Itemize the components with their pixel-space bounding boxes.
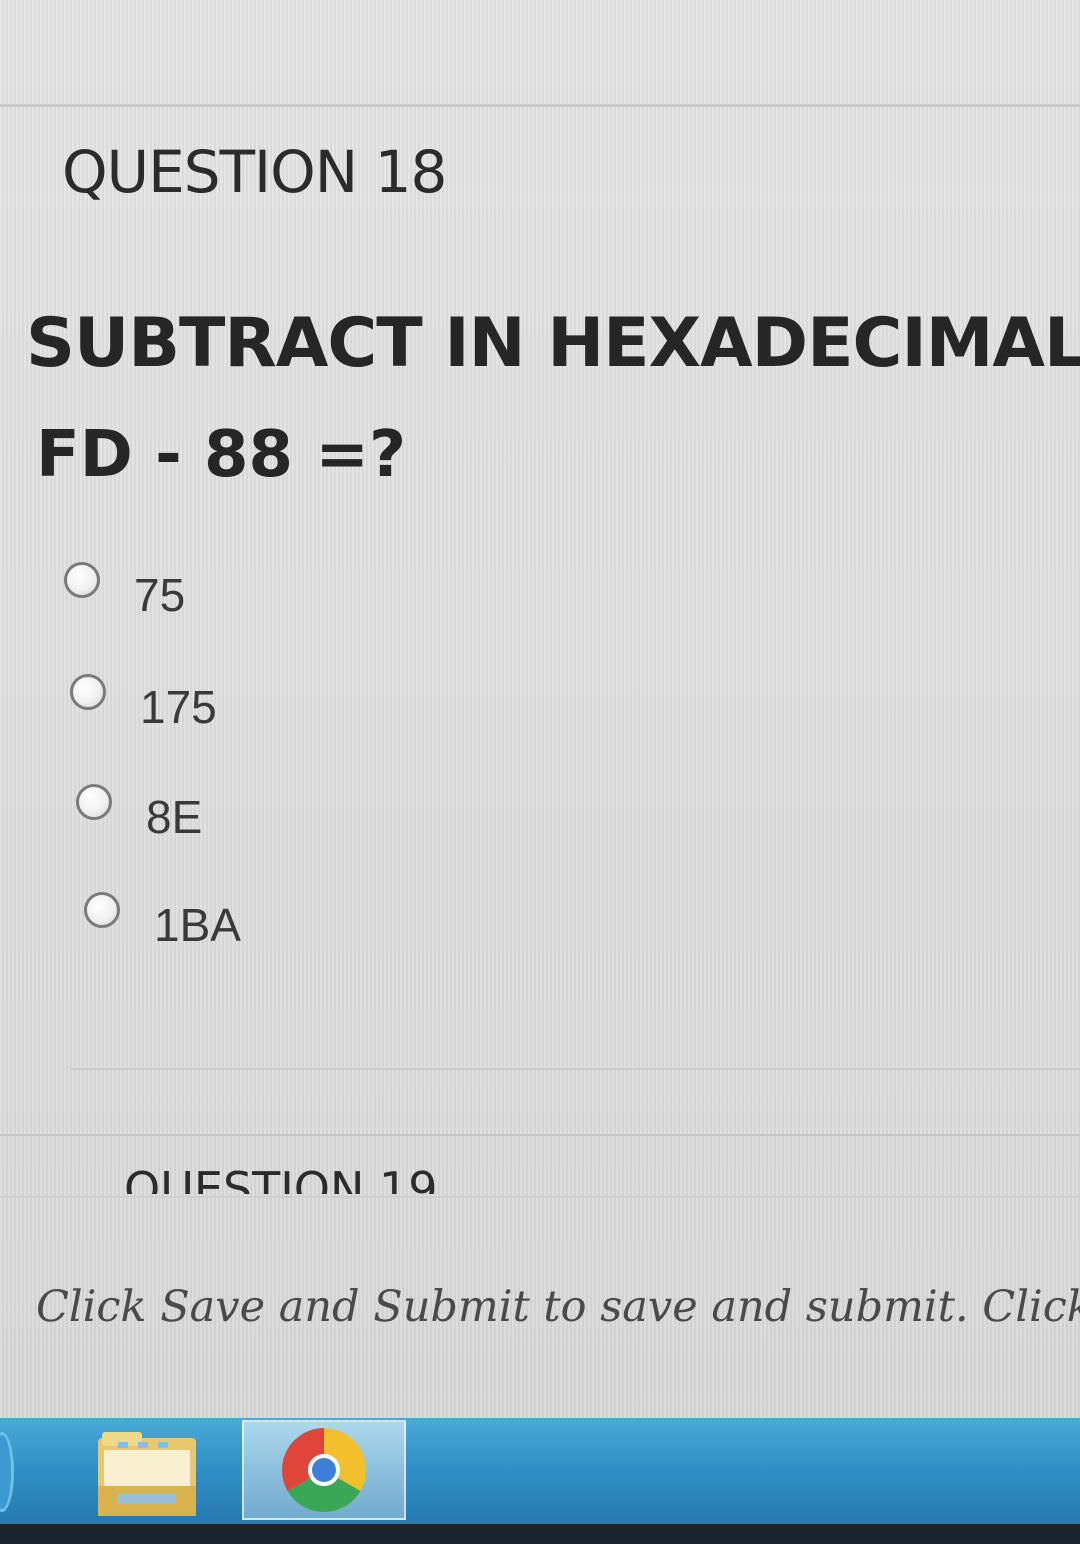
radio-button[interactable] [76,784,112,820]
answer-label[interactable]: 75 [134,568,185,622]
answer-label[interactable]: 8E [146,790,202,844]
answer-option-4[interactable]: 1BA [84,868,241,952]
answer-label[interactable]: 175 [140,680,217,734]
next-question-header: QUESTION 19 [124,1162,438,1194]
start-button[interactable] [0,1432,14,1512]
file-explorer-icon [98,1432,196,1516]
answer-option-1[interactable]: 75 [64,538,185,622]
screen-bezel [0,1524,1080,1544]
divider [0,1134,1080,1136]
answer-label[interactable]: 1BA [154,898,241,952]
divider [70,1068,1080,1070]
taskbar [0,1418,1080,1524]
radio-button[interactable] [70,674,106,710]
radio-button[interactable] [64,562,100,598]
submit-instructions: Click Save and Submit to save and submit… [36,1282,1080,1332]
next-question-header-region: QUESTION 19 [0,1140,1080,1194]
divider [0,104,1080,107]
quiz-page: QUESTION 18 SUBTRACT IN HEXADECIMAL FD -… [0,0,1080,1418]
question-expression: FD - 88 =? [36,418,407,492]
answer-option-2[interactable]: 175 [70,650,217,734]
taskbar-chrome[interactable] [242,1420,406,1520]
answer-option-3[interactable]: 8E [76,760,202,844]
divider [0,1196,1080,1198]
taskbar-file-explorer[interactable] [92,1428,208,1520]
chrome-icon [281,1428,367,1513]
question-prompt: SUBTRACT IN HEXADECIMAL [26,304,1080,383]
question-header: QUESTION 18 [62,138,447,206]
radio-button[interactable] [84,892,120,928]
